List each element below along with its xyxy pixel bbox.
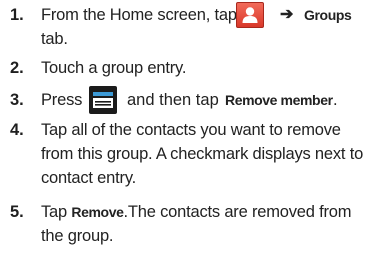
step-text-segment: Press (41, 91, 83, 109)
remove-member-label: Remove member (225, 92, 333, 108)
contacts-icon (236, 2, 264, 28)
arrow-icon: ➔ (280, 6, 294, 23)
step-number: 4. (10, 121, 24, 139)
step-text-segment: and then tap (127, 91, 219, 109)
step-number: 2. (10, 59, 24, 77)
step-text-segment: Tap (41, 203, 68, 221)
step-text: Tap Remove.The contacts are removed from… (41, 200, 366, 248)
step-text-segment: .The contacts are removed from (123, 203, 352, 221)
step-text-segment: From the Home screen, tap (41, 6, 237, 24)
step-text-line: the group. (41, 227, 114, 245)
step-number: 1. (10, 6, 24, 24)
step-text-line: Tap all of the contacts you want to remo… (41, 121, 341, 139)
step-text-segment: . (333, 91, 338, 109)
step-text-segment: Touch a group entry. (41, 59, 187, 77)
step-text-segment: tab. (41, 30, 68, 48)
step-text-line: contact entry. (41, 169, 137, 187)
step-number: 3. (10, 91, 24, 109)
step-text: Touch a group entry. (41, 56, 366, 80)
step-text-line: from this group. A checkmark displays ne… (41, 145, 364, 163)
step-number: 5. (10, 203, 24, 221)
step-text: tab. (41, 27, 366, 51)
groups-label: Groups (304, 7, 352, 23)
remove-label: Remove (71, 204, 124, 220)
step-text: Tap all of the contacts you want to remo… (41, 118, 366, 190)
menu-icon (89, 86, 117, 114)
